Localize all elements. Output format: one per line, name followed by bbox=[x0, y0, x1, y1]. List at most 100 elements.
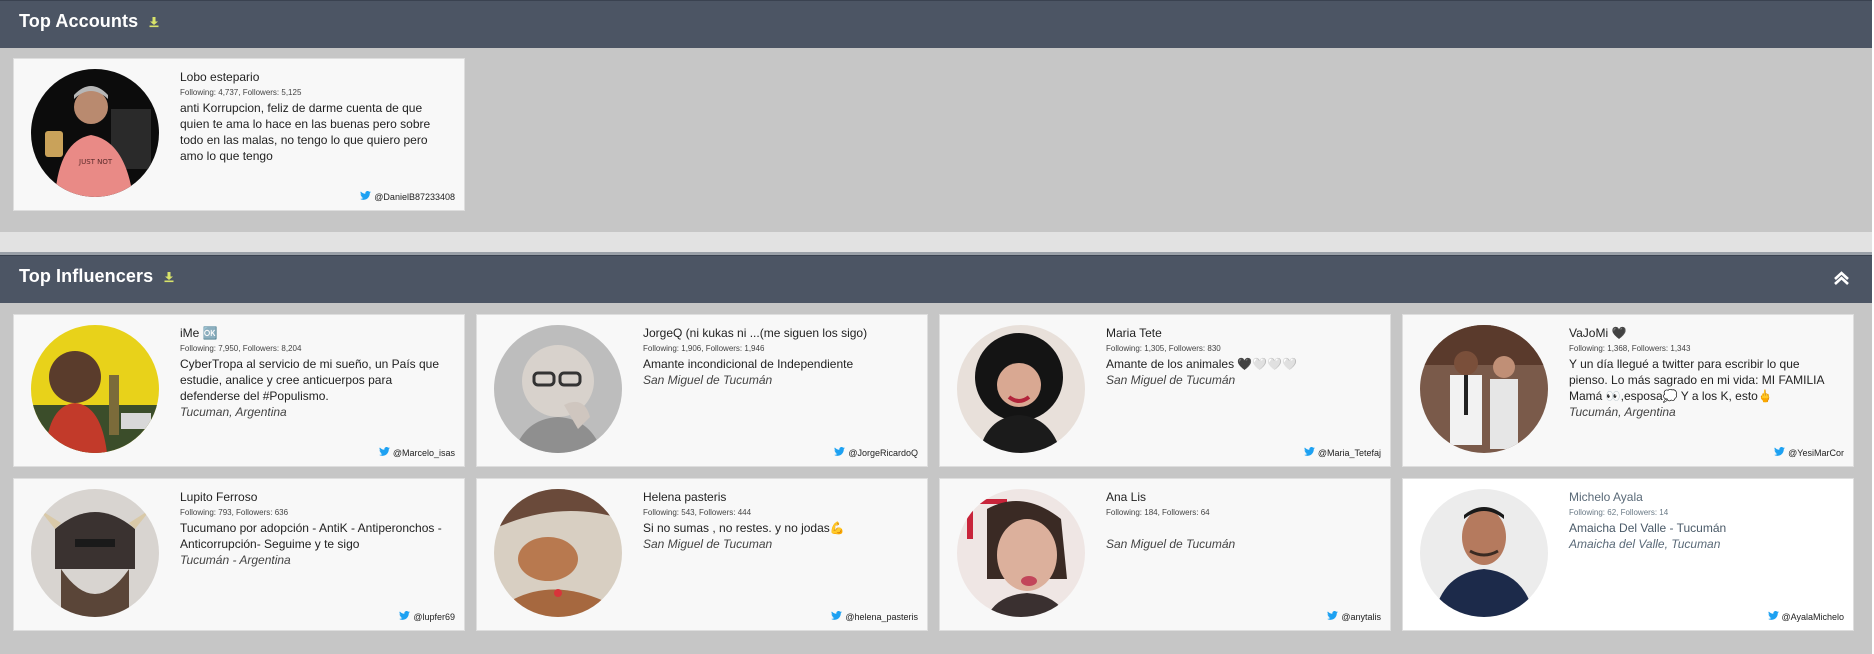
influencer-location: San Miguel de Tucumán bbox=[1106, 373, 1236, 387]
dashboard-page: Top Accounts JUST NOT Lobo estepario Fol… bbox=[0, 0, 1874, 654]
account-name[interactable]: Lobo estepario bbox=[180, 70, 450, 84]
avatar[interactable] bbox=[1420, 489, 1548, 617]
twitter-bird-icon bbox=[834, 447, 846, 458]
twitter-handle[interactable]: @YesiMarCor bbox=[1788, 448, 1844, 458]
influencer-name[interactable]: JorgeQ (ni kukas ni ...(me siguen los si… bbox=[643, 326, 913, 340]
section-divider bbox=[0, 232, 1872, 252]
influencer-info: JorgeQ (ni kukas ni ...(me siguen los si… bbox=[643, 326, 913, 388]
influencer-location: San Miguel de Tucumán bbox=[643, 373, 773, 387]
influencer-card[interactable]: Michelo Ayala Following: 62, Followers: … bbox=[1402, 478, 1854, 631]
influencer-name[interactable]: iMe 🆗 bbox=[180, 326, 450, 340]
twitter-bird-icon bbox=[1327, 611, 1339, 622]
influencer-info: Helena pasteris Following: 543, Follower… bbox=[643, 490, 913, 552]
twitter-handle[interactable]: @anytalis bbox=[1341, 612, 1381, 622]
influencer-card[interactable]: VaJoMi 🖤 Following: 1,368, Followers: 1,… bbox=[1402, 314, 1854, 467]
influencer-location: San Miguel de Tucumán bbox=[1106, 537, 1236, 551]
twitter-handle[interactable]: @helena_pasteris bbox=[845, 612, 918, 622]
twitter-bird-icon bbox=[1774, 447, 1786, 458]
download-icon[interactable] bbox=[148, 12, 160, 33]
avatar[interactable] bbox=[1420, 325, 1548, 453]
twitter-handle-link[interactable]: @helena_pasteris bbox=[831, 611, 918, 622]
twitter-handle-link[interactable]: @anytalis bbox=[1327, 611, 1381, 622]
influencer-info: Lupito Ferroso Following: 793, Followers… bbox=[180, 490, 450, 568]
influencer-stats: Following: 543, Followers: 444 bbox=[643, 508, 752, 517]
avatar[interactable] bbox=[957, 325, 1085, 453]
twitter-bird-icon bbox=[378, 447, 390, 458]
top-influencers-title-text: Top Influencers bbox=[19, 266, 154, 286]
influencer-location: Tucuman, Argentina bbox=[180, 405, 287, 419]
avatar[interactable] bbox=[31, 325, 159, 453]
influencer-info: iMe 🆗 Following: 7,950, Followers: 8,204… bbox=[180, 326, 450, 420]
influencer-stats: Following: 7,950, Followers: 8,204 bbox=[180, 344, 302, 353]
twitter-handle[interactable]: @Marcelo_isas bbox=[393, 448, 455, 458]
avatar[interactable] bbox=[494, 325, 622, 453]
influencer-card[interactable]: Helena pasteris Following: 543, Follower… bbox=[476, 478, 928, 631]
influencer-name[interactable]: Ana Lis bbox=[1106, 490, 1376, 504]
influencer-bio: Si no sumas , no restes. y no jodas💪 bbox=[643, 521, 845, 535]
top-accounts-title-text: Top Accounts bbox=[19, 11, 139, 31]
twitter-handle[interactable]: @JorgeRicardoQ bbox=[848, 448, 918, 458]
influencer-card[interactable]: Ana Lis Following: 184, Followers: 64 Sa… bbox=[939, 478, 1391, 631]
account-info: Lobo estepario Following: 4,737, Followe… bbox=[180, 70, 450, 164]
twitter-bird-icon bbox=[831, 611, 843, 622]
twitter-handle-link[interactable]: @Marcelo_isas bbox=[378, 447, 455, 458]
influencer-location: Tucumán, Argentina bbox=[1569, 405, 1676, 419]
top-accounts-section: Top Accounts JUST NOT Lobo estepario Fol… bbox=[0, 0, 1872, 232]
chevron-up-icon[interactable] bbox=[1833, 271, 1850, 291]
influencer-info: Ana Lis Following: 184, Followers: 64 Sa… bbox=[1106, 490, 1376, 552]
influencer-card[interactable]: iMe 🆗 Following: 7,950, Followers: 8,204… bbox=[13, 314, 465, 467]
twitter-handle-link[interactable]: @Maria_Tetefaj bbox=[1303, 447, 1381, 458]
twitter-handle-link[interactable]: @AyalaMichelo bbox=[1767, 611, 1845, 622]
avatar[interactable] bbox=[494, 489, 622, 617]
avatar[interactable]: JUST NOT bbox=[31, 69, 159, 197]
influencer-location: San Miguel de Tucuman bbox=[643, 537, 773, 551]
influencer-info: Michelo Ayala Following: 62, Followers: … bbox=[1569, 490, 1839, 552]
account-card[interactable]: JUST NOT Lobo estepario Following: 4,737… bbox=[13, 58, 465, 211]
influencer-info: Maria Tete Following: 1,305, Followers: … bbox=[1106, 326, 1376, 388]
twitter-handle[interactable]: @AyalaMichelo bbox=[1782, 612, 1845, 622]
influencer-stats: Following: 793, Followers: 636 bbox=[180, 508, 289, 517]
influencer-card[interactable]: JorgeQ (ni kukas ni ...(me siguen los si… bbox=[476, 314, 928, 467]
account-stats: Following: 4,737, Followers: 5,125 bbox=[180, 88, 302, 97]
influencer-name[interactable]: Lupito Ferroso bbox=[180, 490, 450, 504]
top-influencers-header: Top Influencers bbox=[0, 255, 1872, 303]
influencer-name[interactable]: Michelo Ayala bbox=[1569, 490, 1839, 504]
svg-text:JUST NOT: JUST NOT bbox=[78, 158, 113, 166]
avatar[interactable] bbox=[31, 489, 159, 617]
twitter-handle-link[interactable]: @JorgeRicardoQ bbox=[834, 447, 918, 458]
twitter-bird-icon bbox=[1767, 611, 1779, 622]
influencer-bio: Amante de los animales 🖤🤍🤍🤍 bbox=[1106, 357, 1298, 371]
top-accounts-header: Top Accounts bbox=[0, 0, 1872, 48]
influencer-name[interactable]: Helena pasteris bbox=[643, 490, 913, 504]
influencer-location: Amaicha del Valle, Tucuman bbox=[1569, 537, 1721, 551]
influencer-bio: CyberTropa al servicio de mi sueño, un P… bbox=[180, 357, 440, 403]
twitter-handle-link[interactable]: @YesiMarCor bbox=[1774, 447, 1844, 458]
influencer-stats: Following: 1,305, Followers: 830 bbox=[1106, 344, 1221, 353]
download-icon[interactable] bbox=[163, 267, 175, 288]
influencer-stats: Following: 62, Followers: 14 bbox=[1569, 508, 1669, 517]
twitter-handle[interactable]: @Maria_Tetefaj bbox=[1318, 448, 1381, 458]
influencer-bio: Amaicha Del Valle - Tucumán bbox=[1569, 521, 1727, 535]
influencer-stats: Following: 1,906, Followers: 1,946 bbox=[643, 344, 765, 353]
influencer-name[interactable]: Maria Tete bbox=[1106, 326, 1376, 340]
twitter-handle[interactable]: @DanielB87233408 bbox=[374, 192, 455, 202]
twitter-bird-icon bbox=[1303, 447, 1315, 458]
top-influencers-section: Top Influencers iMe 🆗 Following: 7,950, … bbox=[0, 252, 1872, 654]
influencer-card[interactable]: Maria Tete Following: 1,305, Followers: … bbox=[939, 314, 1391, 467]
influencer-bio bbox=[1106, 520, 1376, 536]
top-influencers-title: Top Influencers bbox=[19, 266, 175, 288]
influencer-stats: Following: 1,368, Followers: 1,343 bbox=[1569, 344, 1691, 353]
influencer-location: Tucumán - Argentina bbox=[180, 553, 291, 567]
avatar[interactable] bbox=[957, 489, 1085, 617]
influencer-bio: Y un día llegué a twitter para escribir … bbox=[1569, 357, 1824, 403]
influencer-stats: Following: 184, Followers: 64 bbox=[1106, 508, 1210, 517]
twitter-handle-link[interactable]: @DanielB87233408 bbox=[360, 191, 455, 202]
influencer-name[interactable]: VaJoMi 🖤 bbox=[1569, 326, 1839, 340]
influencer-card[interactable]: Lupito Ferroso Following: 793, Followers… bbox=[13, 478, 465, 631]
twitter-handle-link[interactable]: @lupfer69 bbox=[399, 611, 455, 622]
influencer-bio: Amante incondicional de Independiente bbox=[643, 357, 854, 371]
top-accounts-title: Top Accounts bbox=[19, 11, 160, 33]
twitter-bird-icon bbox=[399, 611, 411, 622]
twitter-handle[interactable]: @lupfer69 bbox=[413, 612, 455, 622]
twitter-bird-icon bbox=[360, 191, 372, 202]
